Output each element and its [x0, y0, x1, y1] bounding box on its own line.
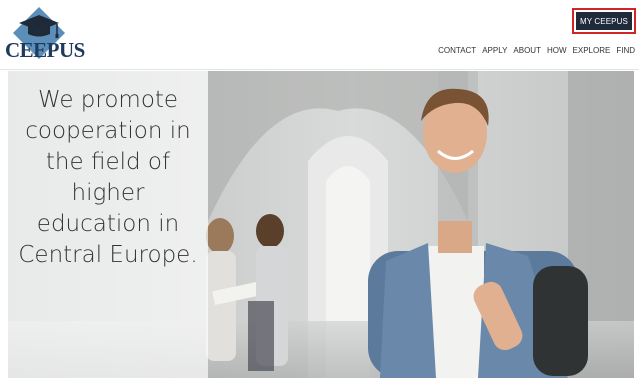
my-ceepus-button[interactable]: MY CEEPUS: [572, 8, 636, 34]
logo-wordmark: CEEPUS: [5, 38, 85, 62]
nav-explore[interactable]: EXPLORE: [573, 46, 611, 55]
nav-find[interactable]: FIND: [616, 46, 635, 55]
my-ceepus-label: MY CEEPUS: [576, 12, 632, 30]
nav-contact[interactable]: CONTACT: [438, 46, 476, 55]
nav-about[interactable]: ABOUT: [513, 46, 541, 55]
nav-how[interactable]: HOW: [547, 46, 567, 55]
nav-apply[interactable]: APPLY: [482, 46, 507, 55]
ceepus-logo[interactable]: CEEPUS: [5, 5, 85, 67]
site-header: CEEPUS MY CEEPUS CONTACT APPLY ABOUT HOW…: [0, 0, 639, 70]
hero-tagline: We promote cooperation in the field of h…: [18, 87, 198, 268]
main-nav: CONTACT APPLY ABOUT HOW EXPLORE FIND: [438, 43, 635, 57]
hero-text-panel: We promote cooperation in the field of h…: [8, 71, 208, 378]
hero-banner: We promote cooperation in the field of h…: [8, 71, 634, 378]
header-divider: [0, 69, 639, 70]
